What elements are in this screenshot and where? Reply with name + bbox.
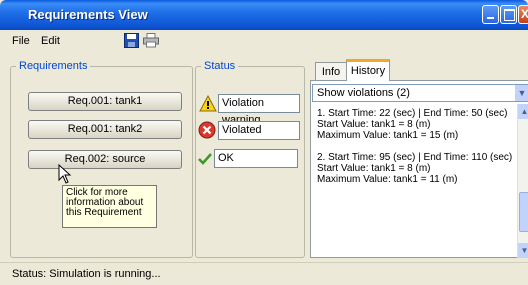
violations-list: 1. Start Time: 22 (sec) | End Time: 50 (… — [317, 108, 517, 196]
status-ok: OK — [214, 149, 298, 168]
violation-line: 2. Start Time: 95 (sec) | End Time: 110 … — [317, 152, 513, 163]
tooltip-line: this Requirement — [66, 207, 142, 218]
requirements-window: Requirements View X File Edit Requiremen… — [0, 0, 528, 285]
status-violation-warning: Violation warning — [218, 94, 300, 126]
chevron-down-icon[interactable]: ▼ — [515, 85, 528, 101]
violation-line: Start Value: tank1 = 8 (m) — [317, 163, 431, 174]
status-legend: Status — [204, 60, 236, 72]
tab-info[interactable]: Info — [315, 62, 347, 82]
mouse-cursor-icon — [58, 164, 72, 184]
req-button-tank1[interactable]: Req.001: tank1 — [28, 92, 182, 111]
violation-entry: 1. Start Time: 22 (sec) | End Time: 50 (… — [317, 108, 517, 141]
menu-edit[interactable]: Edit — [41, 35, 60, 47]
title-bar[interactable]: Requirements View X — [0, 0, 528, 30]
dropdown-value: Show violations (2) — [317, 87, 410, 99]
maximize-button[interactable] — [500, 5, 517, 24]
scroll-up-icon[interactable]: ▲ — [518, 104, 528, 119]
minimize-button[interactable] — [482, 5, 499, 24]
error-icon — [198, 121, 216, 139]
status-bar: Status: Simulation is running... — [0, 262, 528, 285]
violation-entry: 2. Start Time: 95 (sec) | End Time: 110 … — [317, 152, 517, 185]
violation-line: 1. Start Time: 22 (sec) | End Time: 50 (… — [317, 108, 508, 119]
menu-file[interactable]: File — [12, 35, 30, 47]
floppy-disk-icon[interactable] — [124, 33, 139, 48]
printer-icon[interactable] — [143, 33, 159, 48]
violation-line: Start Value: tank1 = 8 (m) — [317, 119, 431, 130]
requirement-tooltip: Click for more information about this Re… — [62, 185, 157, 228]
close-button[interactable]: X — [518, 5, 528, 24]
window-title: Requirements View — [28, 7, 148, 22]
requirements-legend: Requirements — [19, 60, 88, 72]
req-button-tank2[interactable]: Req.001: tank2 — [28, 120, 182, 139]
scroll-down-icon[interactable]: ▼ — [518, 243, 528, 258]
tab-history[interactable]: History — [346, 59, 390, 81]
warning-icon — [199, 95, 217, 112]
violation-line: Maximum Value: tank1 = 11 (m) — [317, 174, 458, 185]
violation-line: Maximum Value: tank1 = 15 (m) — [317, 130, 459, 141]
checkmark-icon — [198, 153, 212, 165]
req-button-source[interactable]: Req.002: source — [28, 150, 182, 169]
status-violated: Violated — [218, 121, 300, 140]
history-scrollbar[interactable]: ▲ ▼ — [517, 104, 528, 258]
menu-bar: File Edit — [0, 30, 528, 54]
scrollbar-thumb[interactable] — [519, 192, 528, 232]
violations-dropdown[interactable]: Show violations (2) ▼ — [312, 84, 528, 102]
